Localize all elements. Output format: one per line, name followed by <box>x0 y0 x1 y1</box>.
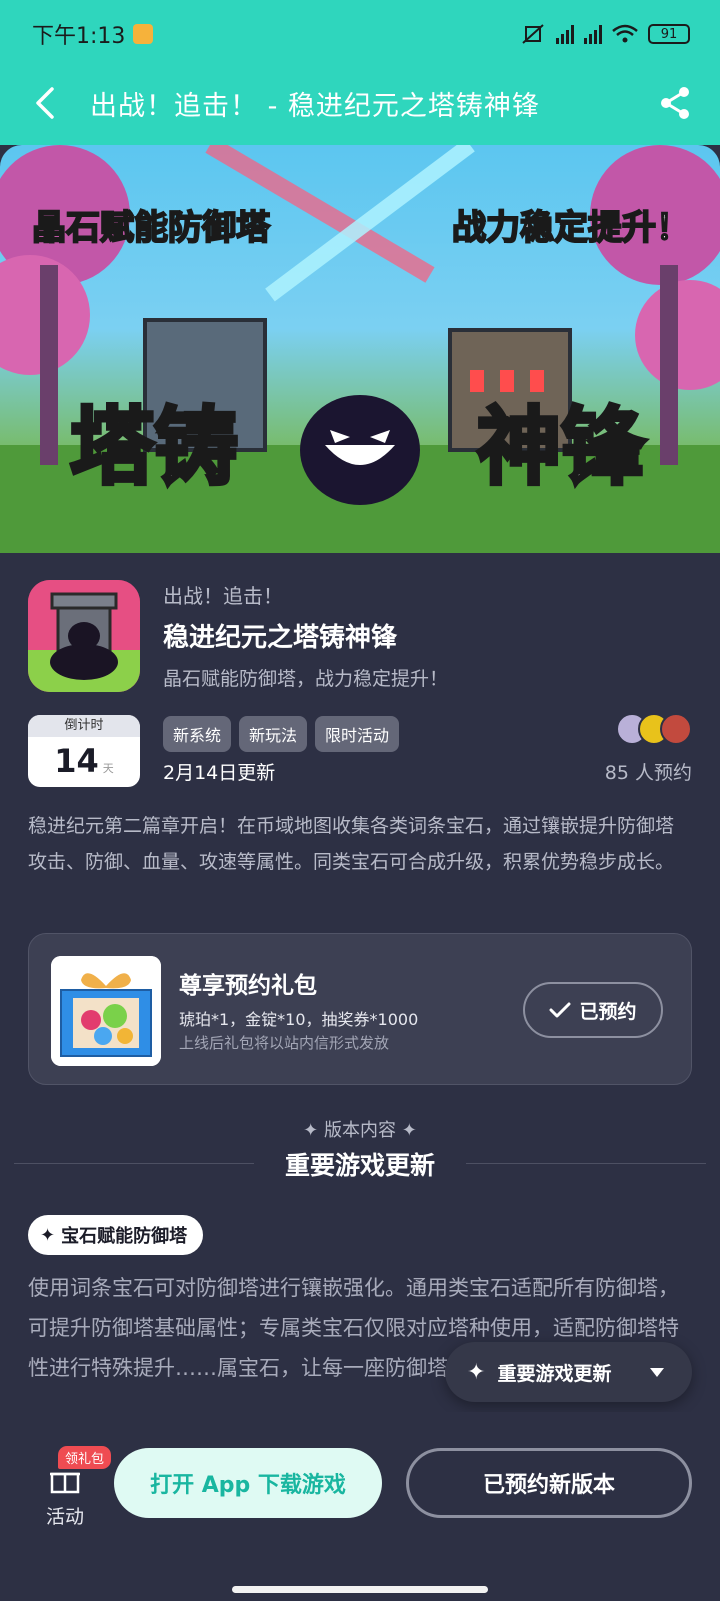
reserver-avatars[interactable] <box>616 713 692 745</box>
tag: 限时活动 <box>315 716 400 752</box>
reserve-count: 85 人预约 <box>604 762 692 784</box>
countdown-value: 14 <box>54 742 99 780</box>
check-icon <box>549 1002 571 1018</box>
dropdown-arrow-icon <box>650 1368 664 1377</box>
gift-note: 上线后礼包将以站内信形式发放 <box>179 1034 390 1052</box>
top-bar: 下午1:13 91 出战！追击！ - 稳进纪元之塔铸神锋 <box>0 0 720 145</box>
sparkle-icon: ✦ <box>467 1359 486 1385</box>
page-title: 出战！追击！ - 稳进纪元之塔铸神锋 <box>90 90 540 122</box>
game-subtitle: 出战！追击！ <box>163 584 283 608</box>
reserved-version-button[interactable]: 已预约新版本 <box>406 1448 692 1518</box>
wifi-icon <box>612 24 638 43</box>
countdown-badge: 倒计时 14 天 <box>28 715 140 787</box>
game-app-icon[interactable] <box>28 580 140 692</box>
banner-logo-right: 神锋 <box>475 396 647 498</box>
bottom-action-bar: 活动 领礼包 打开 App 下载游戏 已预约新版本 <box>0 1412 720 1572</box>
mute-vibrate-icon <box>522 24 544 44</box>
game-description: 稳进纪元第二篇章开启！在币域地图收集各类词条宝石，通过镶嵌提升防御塔攻击、防御、… <box>28 815 675 873</box>
share-icon <box>661 87 689 119</box>
signal-icon <box>556 24 574 44</box>
version-section-title: 重要游戏更新 <box>284 1151 435 1180</box>
hero-banner: 晶石赋能防御塔 战力稳定提升！ 塔铸 神锋 <box>0 145 720 553</box>
tag: 新系统 <box>163 716 232 752</box>
banner-caption-right: 战力稳定提升！ <box>451 207 691 249</box>
countdown-label: 倒计时 <box>28 715 140 737</box>
tag: 新玩法 <box>239 716 308 752</box>
game-slogan: 晶石赋能防御塔，战力稳定提升！ <box>163 668 449 690</box>
open-app-button[interactable]: 打开 App 下载游戏 <box>114 1448 382 1518</box>
reserved-button[interactable]: 已预约 <box>523 982 663 1038</box>
status-bar: 下午1:13 91 <box>32 18 690 50</box>
status-time: 下午1:13 <box>32 24 126 49</box>
feature-tag: ✦ 宝石赋能防御塔 <box>28 1215 204 1255</box>
banner-caption-left: 晶石赋能防御塔 <box>31 207 271 249</box>
share-button[interactable] <box>630 86 720 120</box>
back-button[interactable] <box>0 86 90 120</box>
gift-items: 琥珀*1，金锭*10，抽奖券*1000 <box>179 1010 419 1029</box>
notification-icon <box>133 24 154 44</box>
back-arrow-icon <box>36 87 54 119</box>
update-date: 2月14日更新 <box>163 762 276 784</box>
reserved-button-label: 已预约 <box>579 1000 637 1023</box>
avatar <box>660 713 692 745</box>
activity-label: 活动 <box>45 1506 84 1528</box>
floating-nav-label: 重要游戏更新 <box>497 1362 612 1385</box>
gift-title: 尊享预约礼包 <box>179 973 317 999</box>
battery-indicator: 91 <box>648 24 690 44</box>
floating-section-nav[interactable]: ✦ 重要游戏更新 <box>445 1342 692 1402</box>
countdown-unit: 天 <box>102 762 114 775</box>
home-indicator[interactable] <box>232 1586 488 1593</box>
gift-badge: 领礼包 <box>58 1446 112 1469</box>
gift-box-image <box>51 956 161 1066</box>
sparkle-icon: ✦ <box>303 1120 319 1141</box>
activity-button[interactable]: 活动 <box>38 1462 92 1529</box>
sparkle-icon: ✦ <box>40 1224 56 1246</box>
sparkle-icon: ✦ <box>401 1120 417 1141</box>
reserve-gift-card: 尊享预约礼包 琥珀*1，金锭*10，抽奖券*1000 上线后礼包将以站内信形式发… <box>28 933 692 1085</box>
game-name: 稳进纪元之塔铸神锋 <box>163 623 398 653</box>
version-section-label: ✦ 版本内容 ✦ <box>303 1120 417 1141</box>
banner-logo-left: 塔铸 <box>68 396 240 498</box>
app-bar: 出战！追击！ - 稳进纪元之塔铸神锋 <box>0 78 720 128</box>
signal-icon-2 <box>584 24 602 44</box>
tag-list: 新系统 新玩法 限时活动 <box>163 716 400 752</box>
